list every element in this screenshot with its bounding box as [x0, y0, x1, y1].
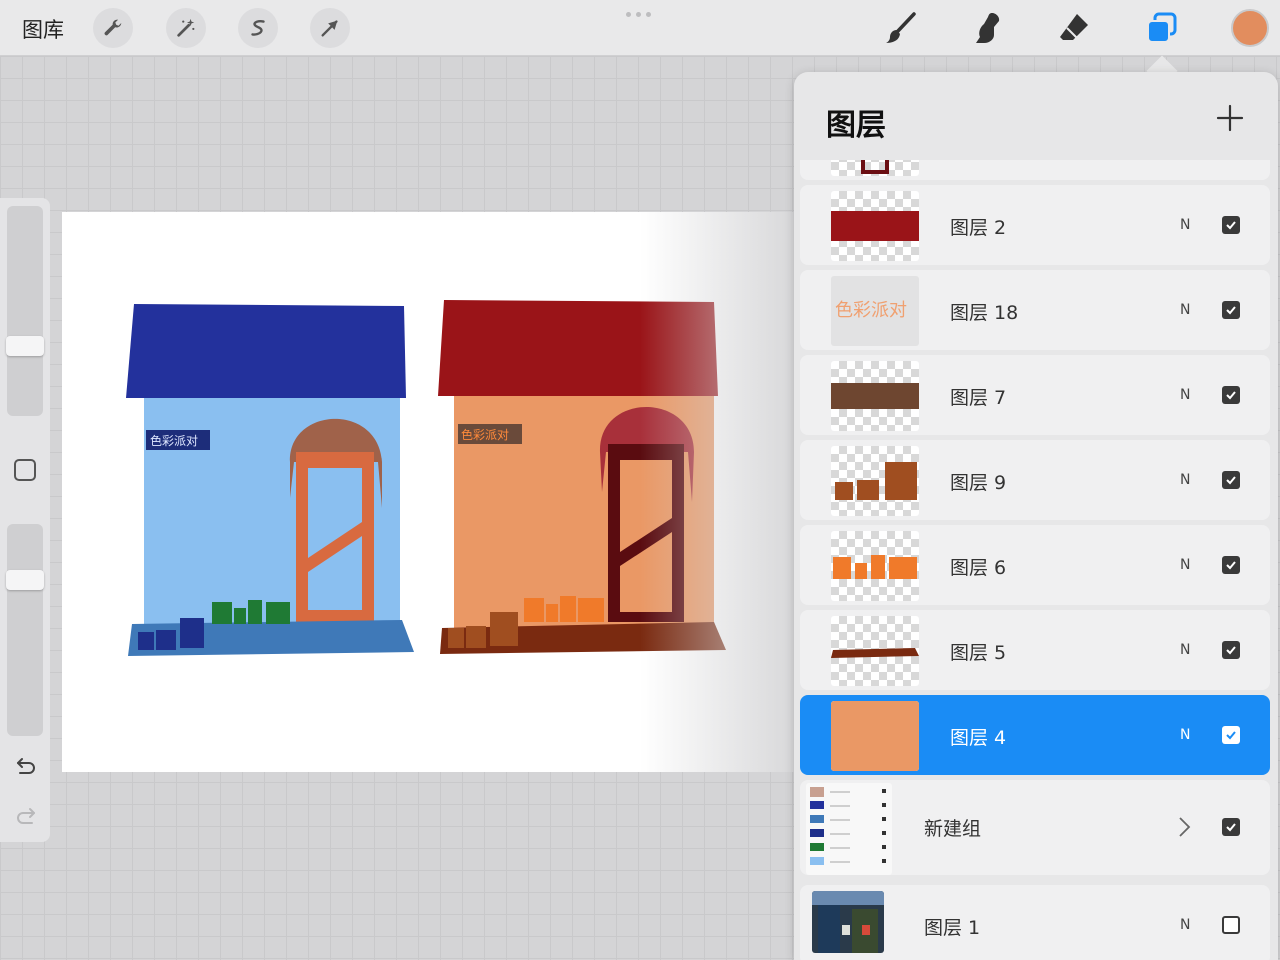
layer-row[interactable]: 色彩派对 图层 18 N — [800, 270, 1270, 350]
layer-thumbnail: 色彩派对 — [831, 276, 919, 346]
layer-row[interactable]: 图层 7 N — [800, 355, 1270, 435]
color-picker-button[interactable] — [1231, 9, 1269, 47]
blend-mode[interactable]: N — [1180, 217, 1190, 233]
check-icon — [1226, 823, 1236, 832]
check-icon — [1226, 306, 1236, 315]
layer-name: 图层 18 — [950, 302, 1019, 324]
blue-sign-text: 色彩派对 — [150, 434, 198, 448]
group-row[interactable]: 新建组 — [800, 780, 1270, 875]
magic-wand-icon — [177, 18, 195, 37]
add-layer-button[interactable] — [1212, 100, 1248, 136]
top-toolbar: 图库 — [0, 0, 1280, 56]
layer-row-selected[interactable]: 图层 4 N — [800, 695, 1270, 775]
blue-house: 色彩派对 — [126, 304, 414, 656]
layer-row[interactable] — [800, 160, 1270, 180]
eraser-button[interactable] — [1054, 8, 1094, 48]
wrench-icon — [104, 19, 122, 36]
layer-row[interactable]: 图层 6 N — [800, 525, 1270, 605]
visibility-checkbox[interactable] — [1222, 216, 1240, 234]
layer-name: 图层 5 — [950, 642, 1007, 664]
thumb-sign-text: 色彩派对 — [835, 300, 907, 321]
canvas-shadow — [640, 212, 794, 772]
selection-s-icon — [251, 19, 265, 36]
check-icon — [1226, 476, 1236, 485]
brush-icon — [886, 12, 916, 43]
panel-title: 图层 — [826, 108, 886, 143]
opacity-thumb[interactable] — [6, 570, 44, 590]
layer-row[interactable]: 图层 5 N — [800, 610, 1270, 690]
layer-row[interactable]: 图层 1 N — [800, 885, 1270, 960]
group-name: 新建组 — [924, 818, 982, 840]
opacity-slider[interactable] — [7, 524, 43, 736]
adjustments-button[interactable] — [166, 8, 206, 48]
brush-button[interactable] — [881, 8, 921, 48]
drag-handle[interactable] — [626, 12, 651, 17]
blend-mode[interactable]: N — [1180, 387, 1190, 403]
arrow-cursor-icon — [321, 20, 338, 37]
smudge-button[interactable] — [967, 8, 1007, 48]
blend-mode[interactable]: N — [1180, 472, 1190, 488]
undo-button[interactable] — [12, 752, 40, 780]
visibility-checkbox[interactable] — [1222, 641, 1240, 659]
brush-size-thumb[interactable] — [6, 336, 44, 356]
eraser-icon — [1060, 14, 1088, 40]
check-icon — [1226, 561, 1236, 570]
brush-size-slider[interactable] — [7, 206, 43, 416]
modify-button[interactable] — [14, 459, 36, 481]
check-icon — [1226, 646, 1236, 655]
layer-thumbnail — [831, 446, 919, 516]
actions-button[interactable] — [93, 8, 133, 48]
layers-panel: 图层 图层 2 N 色彩派对 图层 18 N 图层 7 N 图层 9 N 图层 … — [794, 72, 1278, 960]
layer-thumbnail — [831, 160, 919, 176]
layer-name: 图层 9 — [950, 472, 1007, 494]
group-thumbnail — [806, 783, 892, 875]
smudge-icon — [976, 13, 1000, 43]
visibility-checkbox[interactable] — [1222, 301, 1240, 319]
photo-thumbnail — [812, 891, 884, 953]
layers-button[interactable] — [1141, 8, 1181, 48]
layer-row[interactable]: 图层 9 N — [800, 440, 1270, 520]
blend-mode[interactable]: N — [1180, 642, 1190, 658]
blend-mode[interactable]: N — [1180, 727, 1190, 743]
blend-mode[interactable]: N — [1180, 917, 1190, 933]
layer-name: 图层 2 — [950, 217, 1007, 239]
undo-icon — [17, 758, 35, 774]
visibility-checkbox[interactable] — [1222, 818, 1240, 836]
blend-mode[interactable]: N — [1180, 302, 1190, 318]
visibility-checkbox[interactable] — [1222, 916, 1240, 934]
check-icon — [1226, 221, 1236, 230]
visibility-checkbox[interactable] — [1222, 471, 1240, 489]
left-sidebar — [0, 198, 50, 842]
layer-thumbnail — [831, 701, 919, 771]
layer-name: 图层 4 — [950, 727, 1007, 749]
layer-name: 图层 1 — [924, 917, 981, 939]
layer-thumbnail — [831, 531, 919, 601]
layer-row[interactable]: 图层 2 N — [800, 185, 1270, 265]
visibility-checkbox[interactable] — [1222, 556, 1240, 574]
blend-mode[interactable]: N — [1180, 557, 1190, 573]
chevron-right-icon[interactable] — [1174, 816, 1194, 838]
layer-thumbnail — [831, 361, 919, 431]
selection-button[interactable] — [238, 8, 278, 48]
orange-sign-text: 色彩派对 — [461, 428, 509, 442]
layer-thumbnail — [831, 616, 919, 686]
layer-name: 图层 6 — [950, 557, 1007, 579]
check-icon — [1226, 731, 1236, 740]
check-icon — [1226, 391, 1236, 400]
redo-button[interactable] — [12, 802, 40, 830]
plus-icon — [1216, 104, 1244, 132]
gallery-button[interactable]: 图库 — [22, 14, 64, 44]
visibility-checkbox[interactable] — [1222, 726, 1240, 744]
redo-icon — [17, 808, 35, 824]
visibility-checkbox[interactable] — [1222, 386, 1240, 404]
layer-thumbnail — [831, 191, 919, 261]
layers-icon — [1147, 12, 1177, 43]
layer-list: 图层 2 N 色彩派对 图层 18 N 图层 7 N 图层 9 N 图层 6 N… — [800, 160, 1270, 960]
layer-name: 图层 7 — [950, 387, 1007, 409]
transform-button[interactable] — [310, 8, 350, 48]
